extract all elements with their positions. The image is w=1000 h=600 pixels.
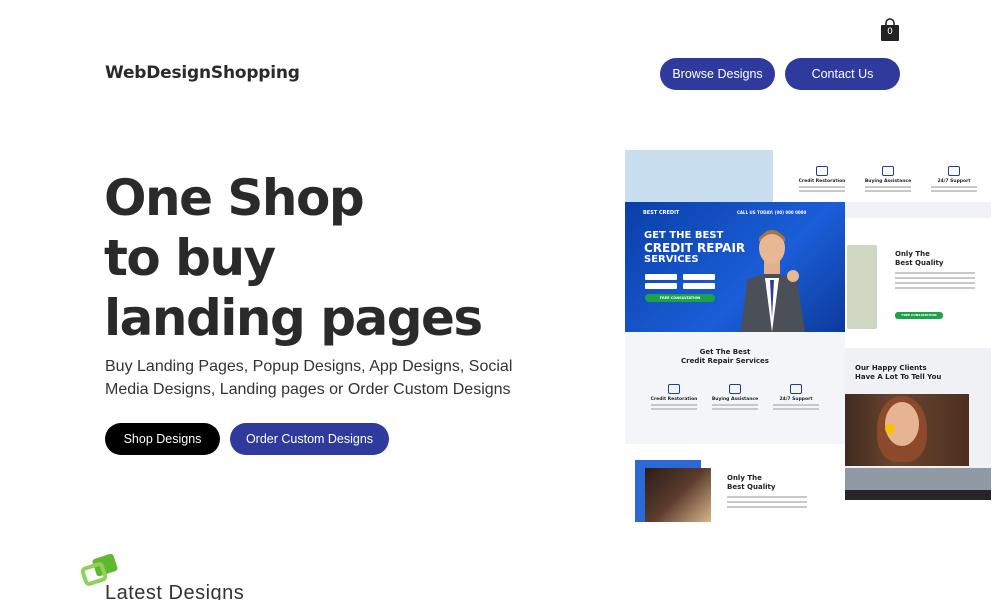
preview-logo: BEST CREDIT	[643, 210, 680, 216]
cart-icon	[882, 166, 894, 176]
hero-title: One Shop to buy landing pages	[104, 168, 483, 348]
preview-heading-line: Best Quality	[727, 483, 776, 491]
preview-feature: Buying Assistance	[706, 384, 764, 410]
credit-icon	[668, 384, 680, 394]
contact-us-button[interactable]: Contact Us	[785, 58, 900, 90]
preview-heading-line: Best Quality	[895, 259, 944, 267]
preview-cta-button: FREE CONSULTATION	[895, 312, 943, 319]
preview-quality-heading: Only The Best Quality	[727, 474, 775, 492]
preview-feature: Credit Restoration	[793, 166, 851, 192]
businessman-photo	[741, 230, 805, 332]
preview-testimonials-heading: Our Happy Clients Have A Lot To Tell You	[855, 364, 941, 382]
preview-background-block	[625, 150, 773, 202]
support-icon	[790, 384, 802, 394]
preview-feature-title: Credit Restoration	[798, 179, 846, 184]
testimonial-video-thumbnail	[845, 394, 969, 466]
preview-footer	[845, 490, 991, 500]
browse-designs-button[interactable]: Browse Designs	[660, 58, 775, 90]
play-icon	[885, 424, 895, 434]
preview-feature: 24/7 Support	[925, 166, 983, 192]
preview-skyline	[845, 468, 991, 490]
preview-headline-line: CREDIT REPAIR	[644, 241, 746, 255]
preview-feature-title: Credit Restoration	[650, 397, 698, 402]
preview-feature-row: Credit Restoration Buying Assistance 24/…	[645, 384, 825, 410]
preview-quality-heading: Only The Best Quality	[895, 250, 943, 268]
credit-icon	[816, 166, 828, 176]
hero-title-line: landing pages	[104, 289, 483, 347]
preview-services-section: Get The Best Credit Repair Services Cred…	[625, 332, 845, 444]
preview-call-text: CALL US TODAY: (00) 000 0000	[737, 210, 807, 215]
preview-feature-title: 24/7 Support	[779, 397, 813, 402]
preview-services-heading: Get The Best Credit Repair Services	[625, 348, 825, 366]
preview-feature-title: Buying Assistance	[864, 179, 912, 184]
shop-designs-button[interactable]: Shop Designs	[105, 423, 220, 455]
hero-subtitle: Buy Landing Pages, Popup Designs, App De…	[105, 358, 513, 398]
preview-feature-title: 24/7 Support	[937, 179, 971, 184]
preview-feature-row: Credit Restoration Buying Assistance 24/…	[793, 166, 983, 192]
preview-heading-line: Only The	[727, 474, 762, 482]
hero-title-line: One Shop	[104, 169, 365, 227]
preview-feature: Credit Restoration	[645, 384, 703, 410]
preview-text-lines	[895, 272, 975, 292]
preview-input	[645, 283, 677, 289]
preview-feature: 24/7 Support	[767, 384, 825, 410]
landing-page-preview-image[interactable]: Credit Restoration Buying Assistance 24/…	[625, 150, 991, 522]
preview-input	[645, 274, 677, 280]
preview-feature-title: Buying Assistance	[711, 397, 759, 402]
brand-logo[interactable]: WebDesignShopping	[105, 63, 300, 83]
preview-input	[683, 274, 715, 280]
preview-headline: GET THE BEST CREDIT REPAIR SERVICES	[644, 230, 745, 266]
latest-designs-heading: Latest Designs	[105, 582, 245, 600]
support-icon	[948, 166, 960, 176]
preview-headline-line: SERVICES	[644, 254, 699, 265]
preview-heading-line: Only The	[895, 250, 930, 258]
credit-card-photo	[847, 245, 877, 329]
cart-count: 0	[887, 27, 893, 37]
preview-hero-banner: BEST CREDIT CALL US TODAY: (00) 000 0000…	[625, 202, 845, 332]
preview-input	[683, 283, 715, 289]
preview-heading-line: Credit Repair Services	[681, 357, 769, 365]
cart-button[interactable]: 0	[880, 18, 900, 42]
order-custom-designs-button[interactable]: Order Custom Designs	[230, 423, 389, 455]
preview-heading-line: Our Happy Clients	[855, 364, 927, 372]
preview-cta-button: FREE CONSULTATION	[645, 294, 715, 302]
preview-heading-line: Have A Lot To Tell You	[855, 373, 942, 381]
cart-icon	[729, 384, 741, 394]
credit-card-photo	[645, 468, 711, 522]
hero-title-line: to buy	[104, 229, 276, 287]
preview-text-lines	[727, 496, 807, 511]
preview-feature: Buying Assistance	[859, 166, 917, 192]
preview-heading-line: Get The Best	[699, 348, 751, 356]
